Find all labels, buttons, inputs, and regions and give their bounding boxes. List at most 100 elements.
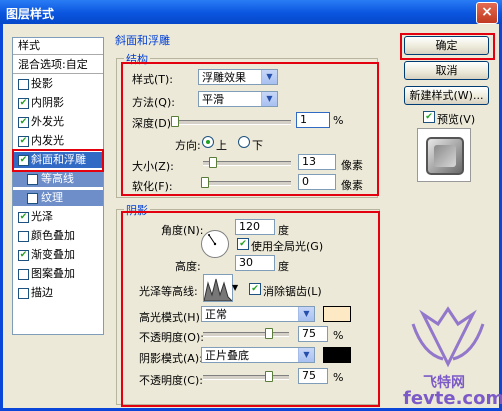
chevron-down-icon[interactable]: ▼	[261, 92, 277, 106]
styles-list: 样式 混合选项:自定 投影 ✔ 内阴影 ✔ 外发光 ✔ 内发光 ✔ 斜面和浮雕 等高线 …	[12, 37, 104, 335]
layer-style-dialog: 图层样式 × 样式 混合选项:自定 投影 ✔ 内阴影 ✔ 外发光 ✔ 内发光 ✔ 斜面和…	[0, 0, 502, 411]
size-label: 大小(Z):	[132, 160, 174, 173]
checkbox[interactable]	[18, 79, 29, 90]
size-unit: 像素	[341, 159, 363, 172]
close-button[interactable]: ×	[476, 2, 498, 24]
list-item-bevel-emboss[interactable]: ✔ 斜面和浮雕	[13, 152, 103, 168]
angle-input[interactable]: 120	[235, 219, 275, 235]
checkbox-checked[interactable]: ✔	[18, 117, 29, 128]
window-title: 图层样式	[6, 7, 55, 21]
angle-crosshair-icon	[208, 234, 217, 246]
depth-slider-handle[interactable]	[171, 116, 179, 127]
preview-swatch	[426, 137, 464, 175]
list-item-inner-glow[interactable]: ✔ 内发光	[13, 133, 103, 149]
shadow-opacity-label: 不透明度(C):	[139, 374, 203, 387]
method-select[interactable]: 平滑 ▼	[198, 91, 278, 107]
direction-down-radio[interactable]	[238, 136, 250, 148]
size-slider-handle[interactable]	[209, 157, 217, 168]
new-style-button[interactable]: 新建样式(W)...	[404, 86, 489, 105]
shadow-color-swatch[interactable]	[323, 347, 351, 363]
antialias-checkbox[interactable]: ✔	[249, 283, 261, 295]
method-label: 方法(Q):	[132, 96, 175, 109]
depth-slider[interactable]	[171, 116, 291, 127]
highlight-mode-select[interactable]: 正常 ▼	[201, 306, 315, 322]
styles-header[interactable]: 样式	[13, 38, 103, 55]
list-item-outer-glow[interactable]: ✔ 外发光	[13, 114, 103, 130]
list-item-pattern-overlay[interactable]: 图案叠加	[13, 266, 103, 282]
soften-input[interactable]: 0	[298, 174, 336, 190]
list-item-texture[interactable]: 纹理	[13, 190, 103, 206]
depth-label: 深度(D):	[132, 117, 175, 130]
direction-label: 方向:	[175, 139, 201, 152]
direction-down-label: 下	[252, 139, 263, 152]
ok-button[interactable]: 确定	[404, 36, 489, 55]
shadow-mode-select[interactable]: 正片叠底 ▼	[201, 347, 315, 363]
preview-checkbox[interactable]: ✔	[423, 111, 435, 123]
depth-input[interactable]: 1	[296, 112, 330, 128]
shadow-opacity-input[interactable]: 75	[298, 368, 328, 384]
style-select[interactable]: 浮雕效果 ▼	[198, 69, 278, 85]
chevron-down-icon[interactable]: ▼	[298, 348, 314, 362]
checkbox-checked[interactable]: ✔	[18, 136, 29, 147]
style-label: 样式(T):	[132, 73, 174, 86]
highlight-opacity-unit: %	[333, 329, 344, 342]
highlight-opacity-slider[interactable]	[203, 328, 289, 339]
altitude-unit: 度	[278, 260, 289, 273]
list-item-gradient-overlay[interactable]: ✔ 渐变叠加	[13, 247, 103, 263]
antialias-label: 消除锯齿(L)	[263, 285, 322, 298]
highlight-opacity-input[interactable]: 75	[298, 326, 328, 342]
soften-slider-handle[interactable]	[201, 177, 209, 188]
watermark-url: fevte.com	[403, 388, 502, 409]
chevron-down-icon[interactable]: ▼	[261, 70, 277, 84]
size-slider[interactable]	[203, 157, 291, 168]
soften-unit: 像素	[341, 179, 363, 192]
dialog-client: 样式 混合选项:自定 投影 ✔ 内阴影 ✔ 外发光 ✔ 内发光 ✔ 斜面和浮雕 等高线 …	[3, 24, 502, 409]
shadow-opacity-slider[interactable]	[203, 371, 289, 382]
soften-slider[interactable]	[201, 177, 291, 188]
highlight-opacity-label: 不透明度(O):	[139, 331, 204, 344]
checkbox-checked[interactable]: ✔	[18, 155, 29, 166]
blending-options-item[interactable]: 混合选项:自定	[13, 57, 103, 74]
gloss-contour-label: 光泽等高线:	[139, 285, 198, 298]
list-item-inner-shadow[interactable]: ✔ 内阴影	[13, 95, 103, 111]
soften-label: 软化(F):	[132, 180, 173, 193]
altitude-input[interactable]: 30	[235, 255, 275, 271]
chevron-down-icon[interactable]: ▼	[298, 307, 314, 321]
angle-dial[interactable]	[201, 230, 229, 258]
checkbox-checked[interactable]: ✔	[18, 250, 29, 261]
list-item-color-overlay[interactable]: 颜色叠加	[13, 228, 103, 244]
title-bar[interactable]: 图层样式 ×	[0, 0, 502, 24]
shadow-opacity-unit: %	[333, 371, 344, 384]
highlight-color-swatch[interactable]	[323, 306, 351, 322]
highlight-opacity-handle[interactable]	[265, 328, 273, 339]
structure-title: 结构	[124, 51, 150, 67]
direction-up-label: 上	[216, 139, 227, 152]
checkbox[interactable]	[18, 288, 29, 299]
shading-title: 阴影	[124, 202, 150, 218]
checkbox-checked[interactable]: ✔	[18, 98, 29, 109]
list-item-contour[interactable]: 等高线	[13, 171, 103, 187]
highlight-mode-label: 高光模式(H):	[139, 311, 204, 324]
direction-up-radio[interactable]	[202, 136, 214, 148]
section-title: 斜面和浮雕	[115, 34, 170, 47]
checkbox[interactable]	[18, 269, 29, 280]
checkbox[interactable]	[18, 231, 29, 242]
shadow-opacity-handle[interactable]	[265, 371, 273, 382]
preview-label: 预览(V)	[437, 113, 476, 126]
size-input[interactable]: 13	[298, 154, 336, 170]
angle-label: 角度(N):	[161, 224, 204, 237]
list-item-stroke[interactable]: 描边	[13, 285, 103, 301]
altitude-label: 高度:	[175, 260, 201, 273]
contour-dropdown-icon[interactable]: ▼	[232, 283, 238, 292]
wings-logo-icon	[411, 306, 485, 368]
cancel-button[interactable]: 取消	[404, 61, 489, 80]
checkbox[interactable]	[27, 193, 38, 204]
gloss-contour-picker[interactable]	[203, 274, 233, 302]
depth-unit: %	[333, 114, 344, 127]
global-light-label: 使用全局光(G)	[251, 240, 324, 253]
list-item-satin[interactable]: ✔ 光泽	[13, 209, 103, 225]
checkbox-checked[interactable]: ✔	[18, 212, 29, 223]
global-light-checkbox[interactable]: ✔	[237, 238, 249, 250]
checkbox[interactable]	[27, 174, 38, 185]
list-item-drop-shadow[interactable]: 投影	[13, 76, 103, 92]
